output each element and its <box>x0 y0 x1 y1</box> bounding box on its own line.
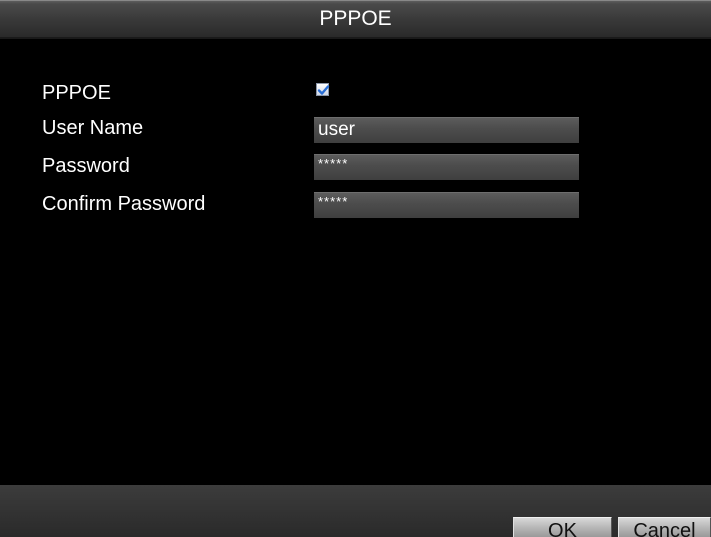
pppoe-label: PPPOE <box>42 82 111 104</box>
dialog-title: PPPOE <box>319 7 392 30</box>
password-field[interactable]: ***** <box>314 154 579 180</box>
pppoe-checkbox[interactable] <box>316 83 330 96</box>
dialog-titlebar: PPPOE <box>0 0 711 37</box>
username-label: User Name <box>42 117 144 139</box>
password-value: ***** <box>318 156 349 171</box>
password-label: Password <box>42 155 130 177</box>
username-field[interactable]: user <box>314 117 579 143</box>
checkmark-icon <box>317 85 330 95</box>
confirm-password-value: ***** <box>318 194 349 209</box>
confirm-password-field[interactable]: ***** <box>314 192 579 218</box>
username-value: user <box>318 119 355 140</box>
dialog-content <box>12 39 711 485</box>
confirm-password-label: Confirm Password <box>42 193 206 215</box>
ok-button[interactable]: OK <box>513 517 612 537</box>
cancel-button[interactable]: Cancel <box>618 517 711 537</box>
